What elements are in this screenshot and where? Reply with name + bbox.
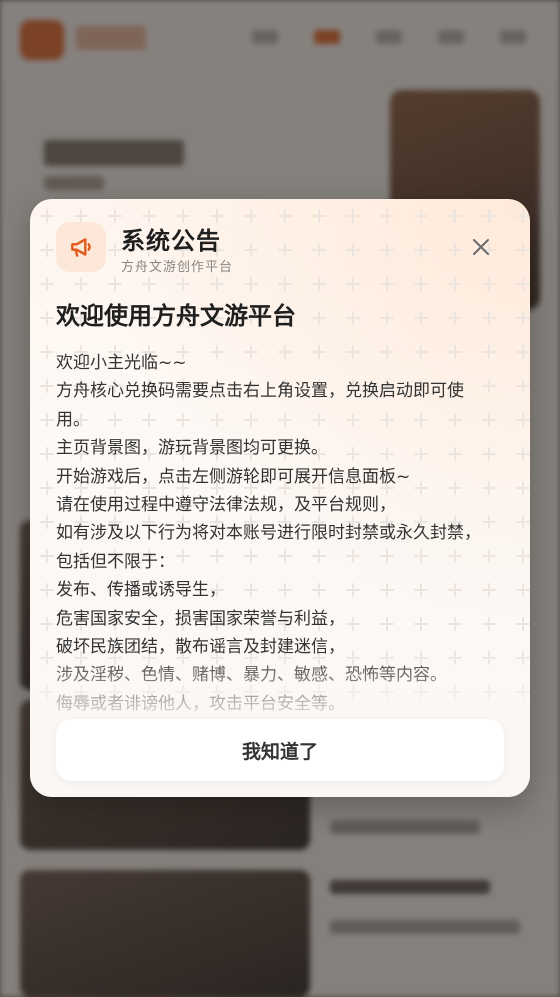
- announcement-line: 开始游戏后，点击左侧游轮即可展开信息面板~: [56, 466, 411, 487]
- announcement-heading: 欢迎使用方舟文游平台: [56, 302, 296, 330]
- announcement-line: 如有涉及以下行为将对本账号进行限时封禁或永久封禁，包括但不限于：: [56, 523, 481, 572]
- announcement-line: 欢迎小主光临~~: [56, 353, 187, 373]
- announcement-line: 方舟核心兑换码需要点击右上角设置，兑换启动即可使用。: [56, 381, 464, 430]
- announcement-line: 发布、传播或诱导生，: [56, 580, 226, 601]
- announcement-line: 涉及淫秽、色情、赌博、暴力、敏感、恐怖等内容。: [56, 665, 447, 686]
- announcement-line: 请在使用过程中遵守法律法规，及平台规则，: [56, 495, 396, 516]
- acknowledge-button[interactable]: 我知道了: [56, 719, 504, 781]
- close-icon[interactable]: [472, 238, 490, 256]
- announcement-line: 侮辱或者诽谤他人，攻击平台安全等。: [56, 693, 345, 714]
- announcement-line: 破坏民族团结，散布谣言及封建迷信，: [56, 637, 345, 658]
- close-button[interactable]: [468, 234, 494, 260]
- announcement-line: 主页背景图，游玩背景图均可更换。: [56, 438, 328, 459]
- modal-title: 系统公告: [121, 227, 221, 255]
- announcement-modal: 系统公告 方舟文游创作平台 欢迎使用方舟文游平台 欢迎小主光临~~ 方舟核心兑换…: [30, 199, 530, 797]
- megaphone-icon: [56, 222, 106, 272]
- announcement-line: 危害国家安全，损害国家荣誉与利益，: [56, 608, 345, 629]
- announcement-body: 欢迎小主光临~~ 方舟核心兑换码需要点击右上角设置，兑换启动即可使用。 主页背景…: [56, 349, 496, 717]
- modal-subtitle: 方舟文游创作平台: [121, 260, 234, 275]
